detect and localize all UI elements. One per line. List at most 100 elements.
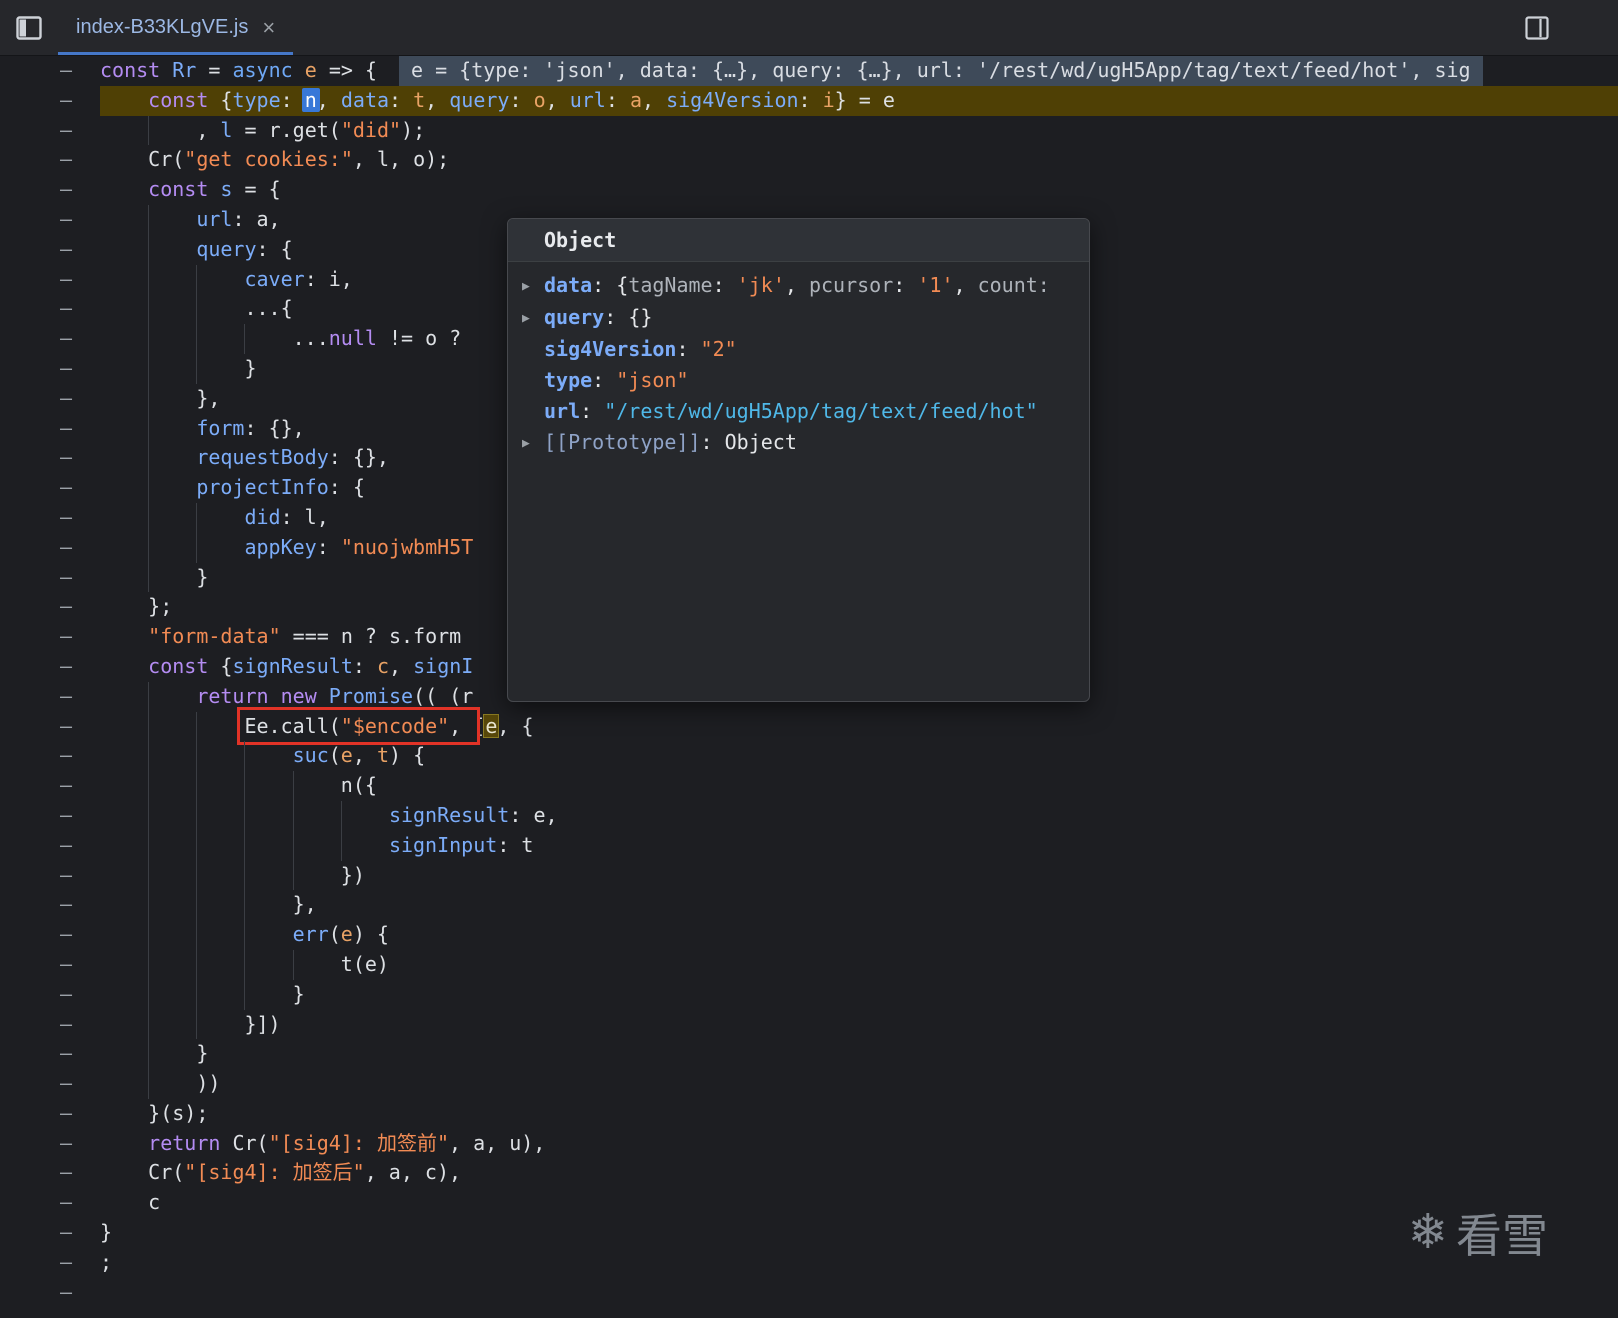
indent-guide (100, 384, 148, 414)
gutter-breakpoint-cell[interactable]: – (0, 1039, 100, 1069)
code-token: const (148, 177, 221, 202)
expand-arrow-icon[interactable]: ▶ (522, 271, 544, 302)
gutter-breakpoint-cell[interactable]: – (0, 831, 100, 861)
file-tab[interactable]: index-B33KLgVE.js × (58, 0, 294, 55)
gutter-breakpoint-cell[interactable]: – (0, 1248, 100, 1278)
gutter-breakpoint-cell[interactable]: – (0, 443, 100, 473)
gutter-breakpoint-cell[interactable]: – (0, 1069, 100, 1099)
code-line: –}, (0, 890, 1618, 921)
expand-arrow-icon[interactable]: ▶ (522, 303, 544, 334)
gutter-breakpoint-cell[interactable]: – (0, 592, 100, 622)
code-token: "nuojwbmH5T (340, 534, 474, 559)
gutter-breakpoint-cell[interactable]: – (0, 980, 100, 1010)
code-text: Cr("get cookies:", l, o); (100, 145, 1618, 175)
code-line: – const {type: n, data: t, query: o, url:… (0, 85, 1618, 116)
toggle-right-panel-button[interactable] (1508, 0, 1566, 55)
gutter-breakpoint-cell[interactable]: – (0, 920, 100, 950)
code-token: return (196, 683, 281, 708)
indent-guide (100, 920, 148, 950)
code-token: query (449, 87, 510, 112)
property-value: Object (724, 430, 797, 454)
gutter-breakpoint-cell[interactable]: – (0, 1129, 100, 1159)
code-token: Ee.call( (244, 713, 341, 738)
code-token: suc (292, 743, 329, 768)
gutter-breakpoint-cell[interactable]: – (0, 414, 100, 444)
gutter-breakpoint-cell[interactable]: – (0, 145, 100, 175)
code-token: data (340, 87, 390, 112)
indent-guide (196, 324, 244, 354)
gutter-breakpoint-cell[interactable]: – (0, 652, 100, 682)
property-name: [[Prototype]] (544, 430, 701, 454)
gutter-breakpoint-cell[interactable]: – (0, 294, 100, 324)
code-token: requestBody (196, 445, 329, 470)
code-text: ; (100, 1248, 1618, 1278)
code-line: –; (0, 1248, 1618, 1278)
code-token: : l, (280, 504, 329, 529)
indent-guide (292, 830, 341, 861)
gutter-breakpoint-cell[interactable]: – (0, 533, 100, 563)
gutter-breakpoint-cell[interactable]: – (0, 324, 100, 354)
gutter-breakpoint-cell[interactable]: – (0, 265, 100, 295)
gutter-breakpoint-cell[interactable]: – (0, 622, 100, 652)
code-token: Cr( (232, 1130, 269, 1155)
gutter-breakpoint-cell[interactable]: – (0, 86, 100, 116)
gutter-breakpoint-cell[interactable]: – (0, 354, 100, 384)
gutter-breakpoint-cell[interactable]: – (0, 1010, 100, 1040)
gutter-breakpoint-cell[interactable]: – (0, 1099, 100, 1129)
gutter-breakpoint-cell[interactable]: – (0, 771, 100, 801)
indent-guide (100, 652, 148, 682)
gutter-breakpoint-cell[interactable]: – (0, 1218, 100, 1248)
code-token: , (196, 117, 221, 142)
code-line: – signResult: e, (0, 800, 1618, 831)
gutter-breakpoint-cell[interactable]: – (0, 950, 100, 980)
indent-guide (100, 145, 148, 175)
gutter-breakpoint-cell[interactable]: – (0, 56, 100, 86)
indent-guide (196, 532, 244, 563)
indent-guide (148, 920, 196, 950)
expand-arrow-icon[interactable]: ▶ (522, 428, 544, 459)
indent-guide (100, 1129, 148, 1159)
code-text: signResult: e, (100, 800, 1618, 831)
popup-title: Object (508, 219, 1089, 262)
gutter-breakpoint-cell[interactable]: – (0, 741, 100, 771)
gutter-breakpoint-cell[interactable]: – (0, 861, 100, 891)
code-text: , l = r.get("did"); (100, 115, 1618, 146)
code-token: e (304, 58, 329, 82)
property-name: sig4Version (544, 337, 677, 361)
gutter-breakpoint-cell[interactable]: – (0, 235, 100, 265)
code-token: : (509, 87, 534, 112)
indent-guide (244, 800, 292, 831)
indent-guide (196, 353, 244, 384)
code-line: –} (0, 979, 1618, 1010)
property-value: , (784, 273, 809, 297)
gutter-breakpoint-cell[interactable]: – (0, 384, 100, 414)
gutter-breakpoint-cell[interactable]: – (0, 563, 100, 593)
indent-guide (148, 562, 196, 593)
indent-guide (100, 682, 148, 712)
code-text: }) (100, 860, 1618, 891)
gutter-breakpoint-cell[interactable]: – (0, 712, 100, 742)
code-token: , (545, 87, 570, 112)
code-line: –} (0, 1218, 1618, 1248)
code-token: new (280, 683, 329, 708)
gutter-breakpoint-cell[interactable]: – (0, 1188, 100, 1218)
code-token: } (196, 564, 209, 589)
gutter-breakpoint-cell[interactable]: – (0, 801, 100, 831)
gutter-breakpoint-cell[interactable]: – (0, 473, 100, 503)
gutter-breakpoint-cell[interactable]: – (0, 503, 100, 533)
code-token: }(s); (148, 1100, 209, 1125)
gutter-breakpoint-cell[interactable]: – (0, 682, 100, 712)
code-token: t(e) (340, 951, 389, 976)
gutter-breakpoint-cell[interactable]: – (0, 175, 100, 205)
gutter-breakpoint-cell[interactable]: – (0, 890, 100, 920)
gutter-breakpoint-cell[interactable]: – (0, 116, 100, 146)
gutter-breakpoint-cell[interactable]: – (0, 205, 100, 235)
code-token: l (220, 117, 245, 142)
gutter-breakpoint-cell[interactable]: – (0, 1158, 100, 1188)
tab-close-icon[interactable]: × (262, 16, 275, 39)
indent-guide (244, 830, 292, 861)
indent-guide (148, 949, 196, 980)
gutter-breakpoint-cell[interactable]: – (0, 1278, 100, 1308)
toggle-left-panel-button[interactable] (0, 0, 58, 55)
code-text: const s = { (100, 175, 1618, 205)
